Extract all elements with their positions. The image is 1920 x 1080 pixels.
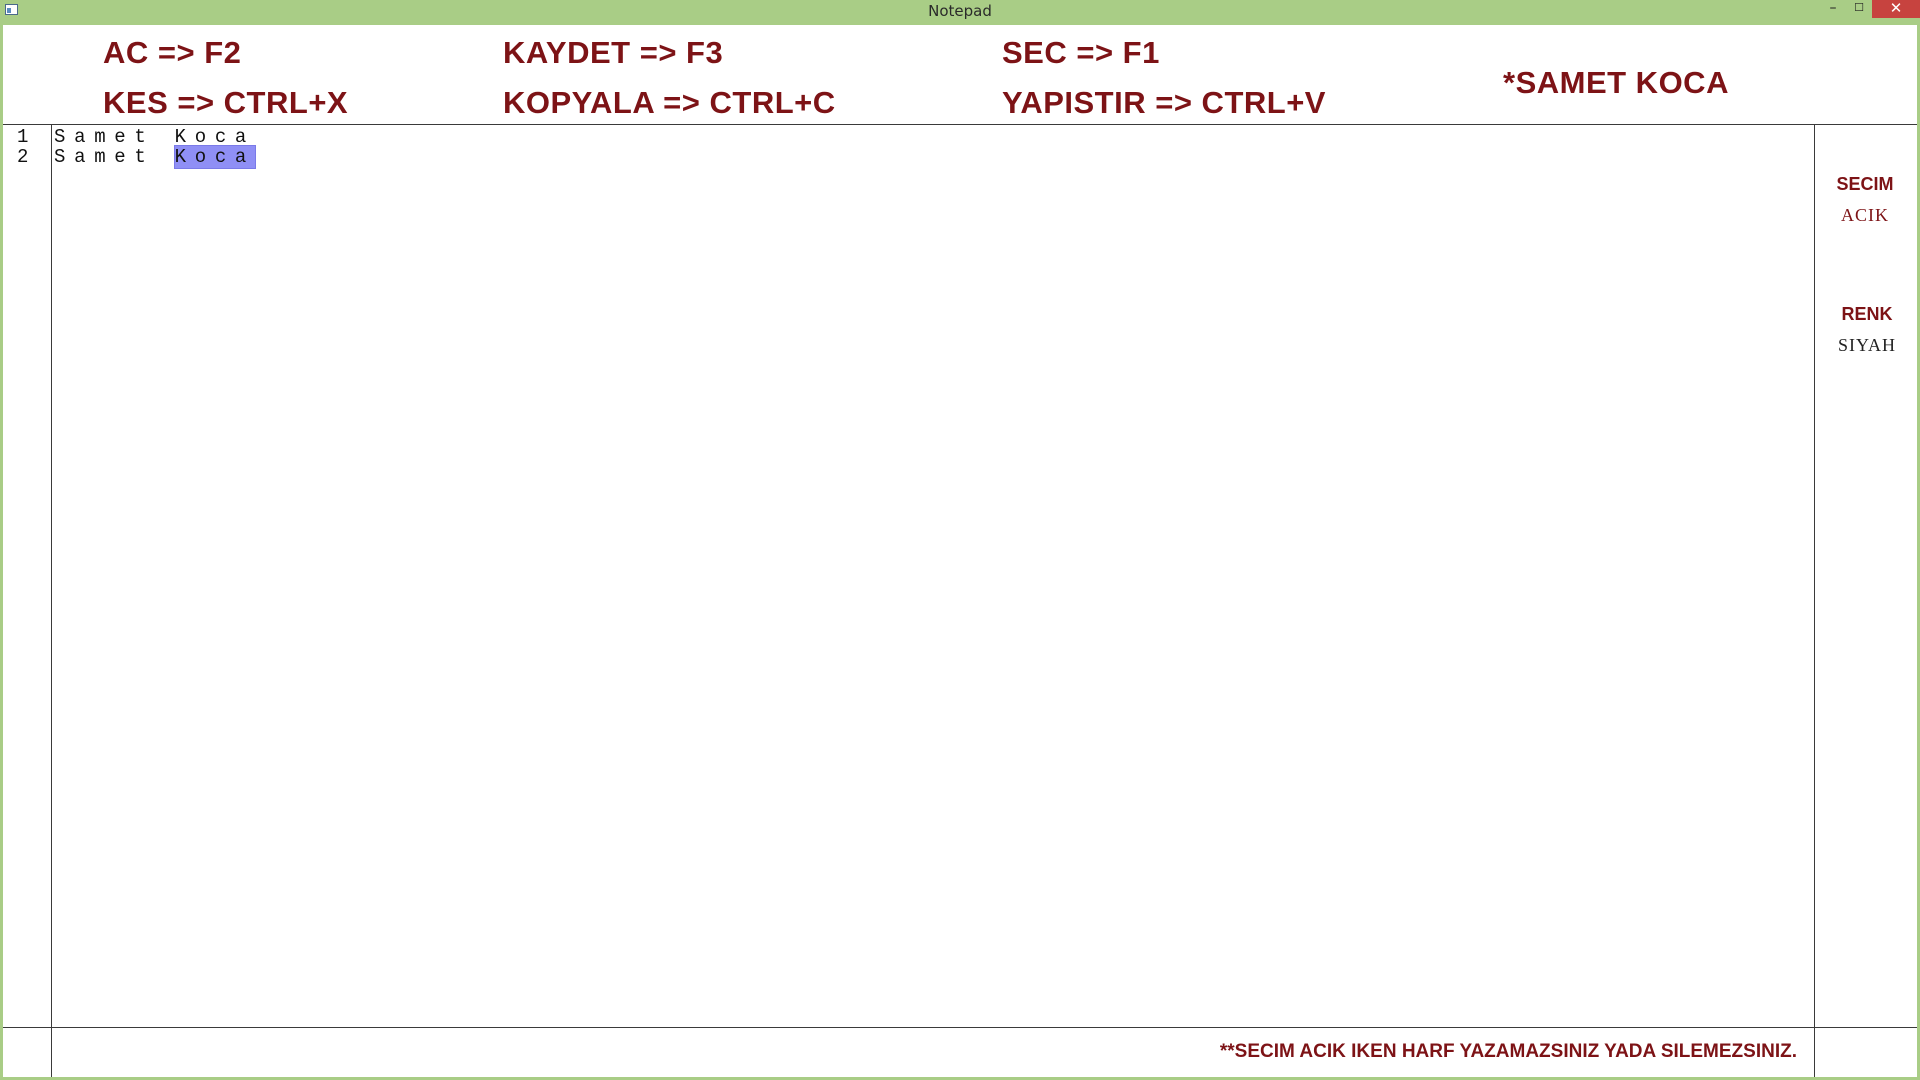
client-area: AC => F2 KAYDET => F3 SEC => F1 KES => C… [3, 25, 1917, 1077]
line-text: Samet Koca [54, 126, 256, 148]
color-value: SIYAH [1837, 335, 1896, 355]
header-divider [3, 124, 1917, 125]
shortcut-copy: KOPYALA => CTRL+C [503, 85, 836, 120]
shortcut-cut: KES => CTRL+X [103, 85, 349, 120]
title-bar[interactable]: Notepad – ☐ ✕ [0, 0, 1920, 24]
shortcut-save: KAYDET => F3 [503, 35, 724, 70]
maximize-button[interactable]: ☐ [1846, 0, 1872, 18]
window-title: Notepad [928, 2, 992, 20]
close-button[interactable]: ✕ [1872, 0, 1920, 18]
shortcut-open: AC => F2 [103, 35, 242, 70]
selection-value: ACIK [1841, 205, 1889, 225]
selected-text: Koca [173, 145, 257, 169]
footer-divider [3, 1027, 1917, 1028]
gutter-divider [51, 124, 52, 1077]
line-number: 2 [17, 146, 29, 168]
text-line[interactable]: Samet Koca [54, 126, 255, 148]
sidebar-divider [1814, 124, 1815, 1077]
color-label: RENK [1841, 304, 1893, 324]
line-number: 1 [17, 126, 29, 148]
shortcut-select: SEC => F1 [1002, 35, 1160, 70]
text-line[interactable]: Samet Koca [54, 145, 257, 169]
shortcut-paste: YAPISTIR => CTRL+V [1002, 85, 1326, 120]
author-name: *SAMET KOCA [1503, 65, 1729, 100]
footer-warning: **SECIM ACIK IKEN HARF YAZAMAZSINIZ YADA… [1219, 1041, 1797, 1062]
selection-label: SECIM [1836, 174, 1894, 194]
minimize-button[interactable]: – [1820, 0, 1846, 18]
notepad-window: Notepad – ☐ ✕ AC => F2 KAYDET => F3 SEC … [0, 0, 1920, 1080]
line-text: Samet [54, 146, 175, 168]
